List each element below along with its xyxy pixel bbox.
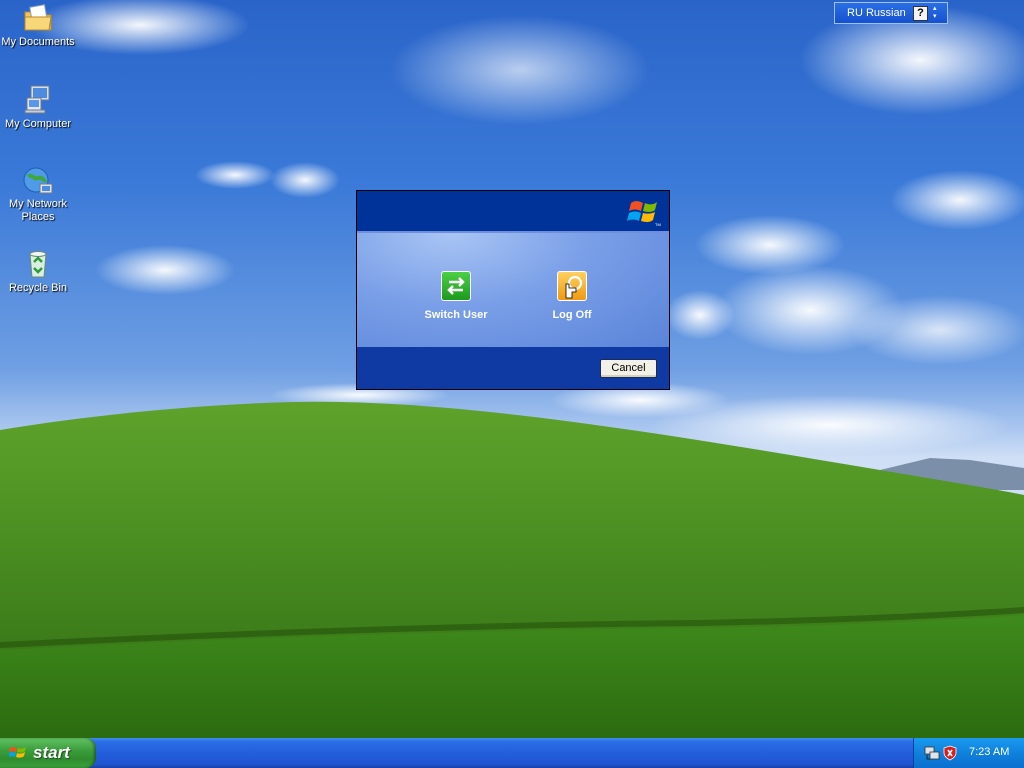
my-documents-icon xyxy=(22,2,54,34)
start-button[interactable]: start xyxy=(0,738,96,768)
dialog-header: TM xyxy=(357,191,669,233)
desktop-icon-label: Recycle Bin xyxy=(8,282,68,294)
security-shield-icon[interactable] xyxy=(942,745,958,761)
switch-user-label: Switch User xyxy=(424,309,488,321)
windows-logo-icon xyxy=(9,747,26,758)
language-bar[interactable]: RU Russian ? ▴ ▾ xyxy=(834,2,948,24)
help-icon[interactable]: ? xyxy=(913,6,928,21)
desktop-icon-recycle-bin[interactable]: Recycle Bin xyxy=(0,248,76,295)
desktop-icon-my-documents[interactable]: My Documents xyxy=(0,2,76,49)
desktop-icon-network-places[interactable]: My Network Places xyxy=(0,164,76,224)
log-off-label: Log Off xyxy=(552,309,592,321)
clock[interactable]: 7:23 AM xyxy=(969,746,1009,758)
desktop-icon-my-computer[interactable]: My Computer xyxy=(0,84,76,131)
language-indicator[interactable]: RU Russian xyxy=(847,7,906,19)
windows-logo-icon: TM xyxy=(627,201,661,227)
desktop-icon-label: My Computer xyxy=(4,118,72,130)
my-computer-icon xyxy=(22,84,54,116)
log-off-button[interactable]: Log Off xyxy=(527,271,617,321)
dialog-body xyxy=(357,233,669,347)
cancel-button[interactable]: Cancel xyxy=(600,359,657,378)
switch-user-button[interactable]: Switch User xyxy=(411,271,501,321)
log-off-icon xyxy=(557,271,587,301)
language-bar-options-icon[interactable]: ▴ ▾ xyxy=(933,5,943,21)
network-icon[interactable] xyxy=(924,745,940,761)
desktop-icon-label: My Documents xyxy=(1,36,75,48)
log-off-dialog: TM Switch User Log Off Cancel xyxy=(356,190,670,390)
start-label: start xyxy=(33,743,70,762)
switch-user-icon xyxy=(441,271,471,301)
desktop-icon-label: My Network Places xyxy=(8,198,68,223)
svg-text:TM: TM xyxy=(655,222,661,227)
system-tray: 7:23 AM xyxy=(913,738,1024,768)
network-places-icon xyxy=(22,164,54,196)
recycle-bin-icon xyxy=(22,248,54,280)
taskbar: start 7:23 AM xyxy=(0,738,1024,768)
